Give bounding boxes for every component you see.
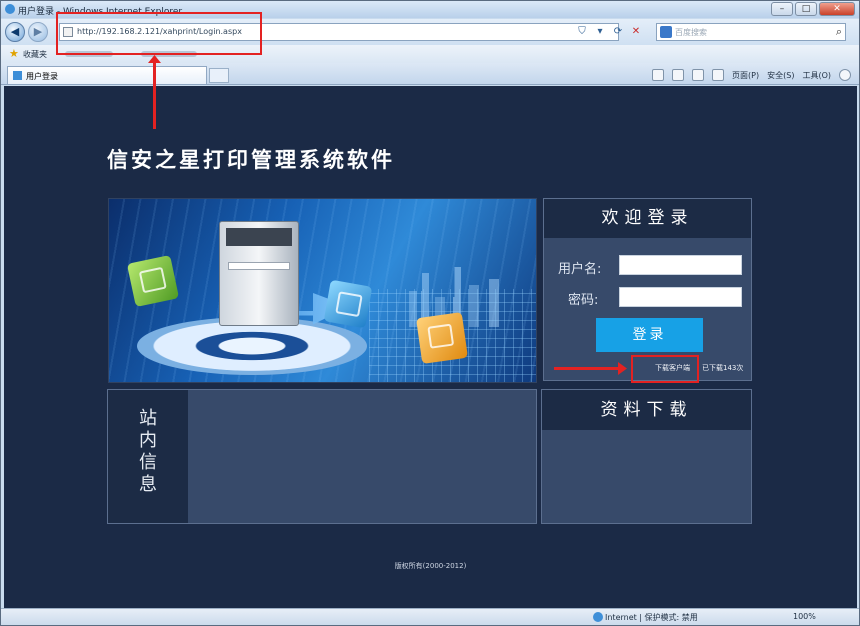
copyright-text: 版权所有(2000-2012) <box>394 562 467 570</box>
home-icon[interactable] <box>652 69 665 81</box>
back-button[interactable]: ◀ <box>5 22 25 42</box>
help-icon[interactable] <box>839 69 851 81</box>
page-dropdown-icon[interactable]: ▾ <box>593 25 607 39</box>
download-heading: 资料下载 <box>542 390 751 430</box>
maximize-button[interactable]: □ <box>795 2 817 16</box>
search-placeholder: 百度搜索 <box>675 28 707 37</box>
close-button[interactable]: ✕ <box>819 2 855 16</box>
page-menu[interactable]: 页面(P) <box>732 70 759 81</box>
favorites-label[interactable]: 收藏夹 <box>23 49 47 60</box>
annotation-url-box <box>56 12 262 55</box>
zoom-level[interactable]: 100% <box>793 612 816 621</box>
refresh-icon[interactable]: ⟳ <box>611 25 625 39</box>
mail-icon[interactable] <box>692 69 705 81</box>
favorites-star-icon[interactable]: ★ <box>9 47 19 60</box>
printer-paper <box>228 262 290 270</box>
download-panel: 资料下载 <box>541 389 752 524</box>
page-title: 信安之星打印管理系统软件 <box>107 147 395 172</box>
feeds-icon[interactable] <box>672 69 685 81</box>
tab-label: 用户登录 <box>26 72 58 81</box>
password-label: 密码: <box>568 293 599 308</box>
site-info-panel: 站 内 信 息 <box>107 389 537 524</box>
command-bar: 页面(P) 安全(S) 工具(O) <box>652 67 851 83</box>
browser-window: 用户登录 - Windows Internet Explorer – □ ✕ ◀… <box>0 0 860 626</box>
search-icon[interactable]: ⌕ <box>836 25 842 39</box>
status-bar: Internet | 保护模式: 禁用 100% <box>1 608 859 625</box>
username-label: 用户名: <box>558 262 602 277</box>
printer-top <box>226 228 292 246</box>
security-zone[interactable]: Internet | 保护模式: 禁用 <box>605 612 698 623</box>
forward-button[interactable]: ▶ <box>28 22 48 42</box>
tab-row: 用户登录 页面(P) 安全(S) 工具(O) <box>1 63 859 85</box>
page-viewport: 信安之星打印管理系统软件 欢迎登录 用户名: 密码: 登录 下载客户端 已下载1… <box>4 86 857 608</box>
ie-logo-icon <box>5 4 15 14</box>
password-input[interactable] <box>619 287 742 307</box>
annotation-download-box <box>631 355 699 383</box>
safety-menu[interactable]: 安全(S) <box>767 70 794 81</box>
annotation-arrow-right <box>554 367 620 370</box>
annotation-arrow-up <box>153 61 156 129</box>
printer-illustration <box>219 221 299 326</box>
login-panel: 欢迎登录 用户名: 密码: 登录 下载客户端 已下载143次 <box>543 198 752 381</box>
print-icon[interactable] <box>712 69 725 81</box>
search-box[interactable]: 百度搜索 ⌕ <box>656 23 846 41</box>
site-info-char: 信 <box>139 452 157 473</box>
site-info-heading: 站 内 信 息 <box>108 390 188 523</box>
banner-image <box>108 198 537 383</box>
site-info-char: 息 <box>139 474 157 495</box>
tab-favicon-icon <box>13 71 22 80</box>
tools-menu[interactable]: 工具(O) <box>802 70 831 81</box>
tab-user-login[interactable]: 用户登录 <box>7 66 207 84</box>
compatibility-icon[interactable]: ⛉ <box>575 25 589 39</box>
login-button[interactable]: 登录 <box>596 318 703 352</box>
green-cube-icon <box>126 254 180 308</box>
new-tab-button[interactable] <box>209 68 229 83</box>
login-heading: 欢迎登录 <box>544 199 751 238</box>
internet-zone-icon <box>593 612 603 622</box>
orange-cube-icon <box>416 312 468 364</box>
site-info-char: 站 <box>139 408 157 429</box>
minimize-button[interactable]: – <box>771 2 793 16</box>
address-tools: ⛉ ▾ ⟳ ✕ <box>575 23 643 41</box>
baidu-icon <box>660 26 672 38</box>
username-input[interactable] <box>619 255 742 275</box>
blue-cube-icon <box>323 279 373 329</box>
download-count: 已下载143次 <box>702 364 744 372</box>
site-info-char: 内 <box>139 430 157 451</box>
stop-icon[interactable]: ✕ <box>629 25 643 39</box>
